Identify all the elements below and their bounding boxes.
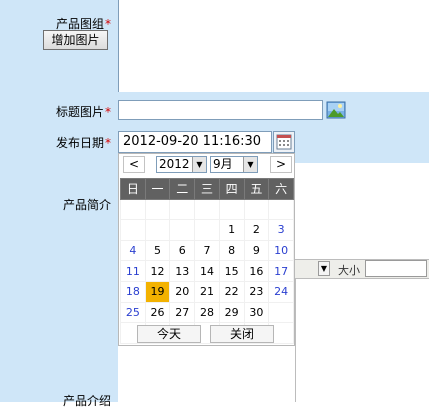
calendar-day[interactable]: 8 — [218, 239, 245, 262]
calendar-empty-cell — [218, 198, 245, 221]
calendar-day[interactable]: 19 — [144, 280, 171, 303]
weekday-header: 二 — [169, 178, 196, 200]
weekday-header: 三 — [194, 178, 220, 200]
calendar-empty-cell — [120, 198, 146, 221]
calendar-week-row: 25 26 27 28 29 30 — [120, 301, 294, 324]
year-select[interactable]: 2012 ▼ — [156, 156, 207, 173]
calendar-day[interactable]: 26 — [144, 301, 171, 324]
publish-date-label: 发布日期* — [55, 136, 111, 150]
weekday-header: 一 — [144, 178, 171, 200]
calendar-day[interactable]: 15 — [218, 260, 245, 282]
prev-month-button[interactable]: < — [123, 156, 145, 173]
calendar-empty-cell — [169, 198, 196, 221]
calendar-empty-cell — [243, 198, 270, 221]
calendar-empty-cell — [144, 219, 171, 241]
calendar-nav: < 2012 ▼ 9月 ▼ > — [119, 155, 294, 175]
calendar-grid: 日 一 二 三 四 五 六 1 2 3 4 5 6 7 8 9 10 11 12 13 14 15 16 17 1… — [120, 178, 294, 344]
calendar-empty-cell — [194, 198, 220, 221]
calendar-empty-cell — [120, 219, 146, 241]
calendar-day[interactable]: 20 — [169, 280, 196, 303]
detail-label: 产品介绍 — [62, 394, 111, 408]
calendar-day[interactable]: 28 — [194, 301, 220, 324]
year-value: 2012 — [159, 157, 190, 171]
calendar-day[interactable]: 22 — [218, 280, 245, 303]
calendar-day[interactable]: 27 — [169, 301, 196, 324]
calendar-empty-cell — [144, 198, 171, 221]
weekday-header: 日 — [120, 178, 146, 200]
calendar-day[interactable]: 12 — [144, 260, 171, 282]
add-image-button[interactable]: 增加图片 — [43, 30, 108, 50]
calendar-day[interactable]: 7 — [194, 239, 220, 262]
title-image-input[interactable] — [118, 100, 323, 120]
calendar-day[interactable]: 9 — [243, 239, 270, 262]
calendar-empty-cell — [268, 301, 294, 324]
calendar-day[interactable]: 4 — [120, 239, 146, 262]
calendar-day[interactable]: 21 — [194, 280, 220, 303]
calendar-button[interactable] — [273, 131, 295, 153]
calendar-week-row: 11 12 13 14 15 16 17 — [120, 260, 294, 282]
calendar-day[interactable]: 30 — [243, 301, 270, 324]
calendar-day[interactable]: 13 — [169, 260, 196, 282]
title-image-label: 标题图片* — [55, 105, 111, 119]
image-group-area[interactable] — [118, 0, 429, 92]
weekday-header: 六 — [268, 178, 294, 200]
image-picker-icon[interactable] — [326, 100, 346, 120]
calendar-day[interactable]: 11 — [120, 260, 146, 282]
weekday-header-row: 日 一 二 三 四 五 六 — [120, 178, 294, 200]
next-month-button[interactable]: > — [270, 156, 292, 173]
size-select[interactable] — [365, 260, 427, 277]
calendar-day[interactable]: 23 — [243, 280, 270, 303]
calendar-day[interactable]: 5 — [144, 239, 171, 262]
calendar-week-row: 123 — [120, 219, 294, 241]
calendar-day[interactable]: 16 — [243, 260, 270, 282]
chevron-down-icon: ▼ — [243, 157, 257, 172]
weekday-header: 四 — [218, 178, 245, 200]
month-select[interactable]: 9月 ▼ — [210, 156, 258, 173]
calendar-week-row: 18 19 20 21 22 23 24 — [120, 280, 294, 303]
calendar-day[interactable]: 24 — [268, 280, 294, 303]
close-button[interactable]: 关闭 — [210, 325, 274, 343]
calendar-footer: 今天 关闭 — [119, 322, 294, 346]
calendar-empty-cell — [169, 219, 196, 241]
calendar-day[interactable]: 10 — [268, 239, 294, 262]
calendar-empty-cell — [268, 198, 294, 221]
size-label: 大小 — [338, 264, 360, 277]
calendar-day[interactable]: 14 — [194, 260, 220, 282]
date-picker-popup: < 2012 ▼ 9月 ▼ > 日 一 二 三 四 五 六 1234567891… — [118, 153, 295, 346]
month-value: 9月 — [213, 157, 233, 171]
today-button[interactable]: 今天 — [137, 325, 201, 343]
calendar-week-row: 4 5 6 7 8 9 10 — [120, 239, 294, 262]
calendar-day[interactable]: 17 — [268, 260, 294, 282]
intro-textarea[interactable] — [295, 163, 429, 259]
font-dropdown-arrow[interactable]: ▼ — [318, 261, 330, 276]
calendar-empty-cell — [194, 219, 220, 241]
editor-toolbar: ▼ 大小 — [295, 259, 429, 279]
calendar-day[interactable]: 25 — [120, 301, 146, 324]
calendar-day[interactable]: 6 — [169, 239, 196, 262]
chevron-down-icon: ▼ — [192, 157, 206, 172]
detail-editor-body[interactable] — [295, 279, 429, 402]
calendar-day[interactable]: 18 — [120, 280, 146, 303]
calendar-day[interactable]: 2 — [243, 219, 270, 241]
weekday-header: 五 — [243, 178, 270, 200]
publish-date-input[interactable]: 2012-09-20 11:16:30 — [118, 131, 272, 153]
calendar-day[interactable]: 1 — [218, 219, 245, 241]
calendar-icon — [276, 134, 292, 150]
intro-label: 产品简介 — [62, 198, 111, 212]
calendar-week-row — [120, 198, 294, 221]
calendar-day[interactable]: 29 — [218, 301, 245, 324]
calendar-day[interactable]: 3 — [268, 219, 294, 241]
